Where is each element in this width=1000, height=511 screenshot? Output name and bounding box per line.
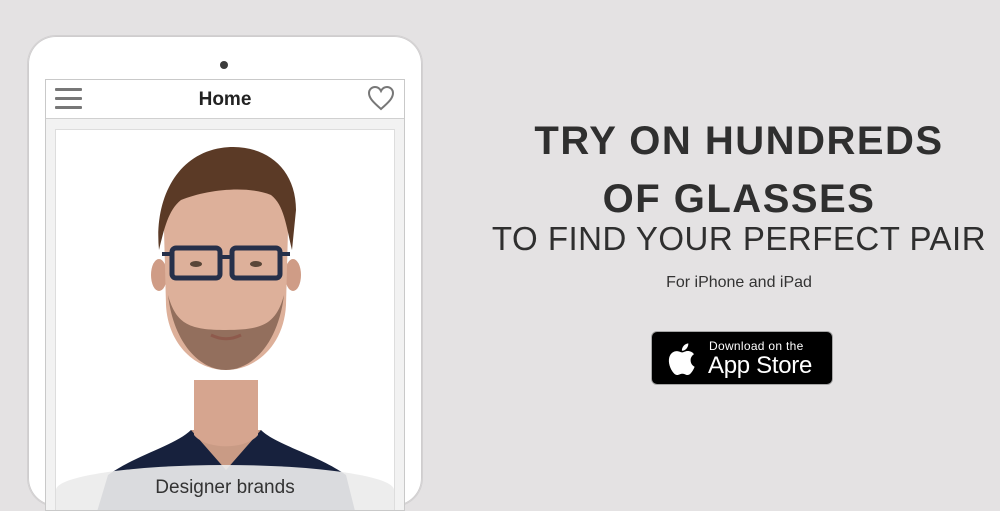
headline-line-1: TRY ON HUNDREDS: [534, 119, 944, 163]
app-store-big-text: App Store: [708, 352, 813, 379]
designer-brands-card[interactable]: Designer brands: [55, 129, 395, 510]
card-caption: Designer brands: [155, 477, 295, 498]
apple-logo-icon: [668, 343, 695, 376]
model-photo: [56, 130, 394, 510]
tablet-mockup: Home Designer brands: [28, 36, 422, 511]
app-store-button[interactable]: Download on the App Store: [651, 331, 833, 385]
promo-subheadline: TO FIND YOUR PERFECT PAIR: [491, 220, 987, 257]
app-header: Home: [46, 80, 404, 119]
tablet-screen: Home Designer brands: [45, 79, 405, 511]
platform-text: For iPhone and iPad: [666, 274, 812, 291]
tablet-camera: [220, 61, 228, 69]
app-title: Home: [198, 89, 252, 110]
promo-headline: TRY ON HUNDREDS OF GLASSES: [480, 112, 998, 228]
heart-outline-icon[interactable]: [367, 85, 395, 111]
app-store-small-text: Download on the: [709, 339, 804, 353]
